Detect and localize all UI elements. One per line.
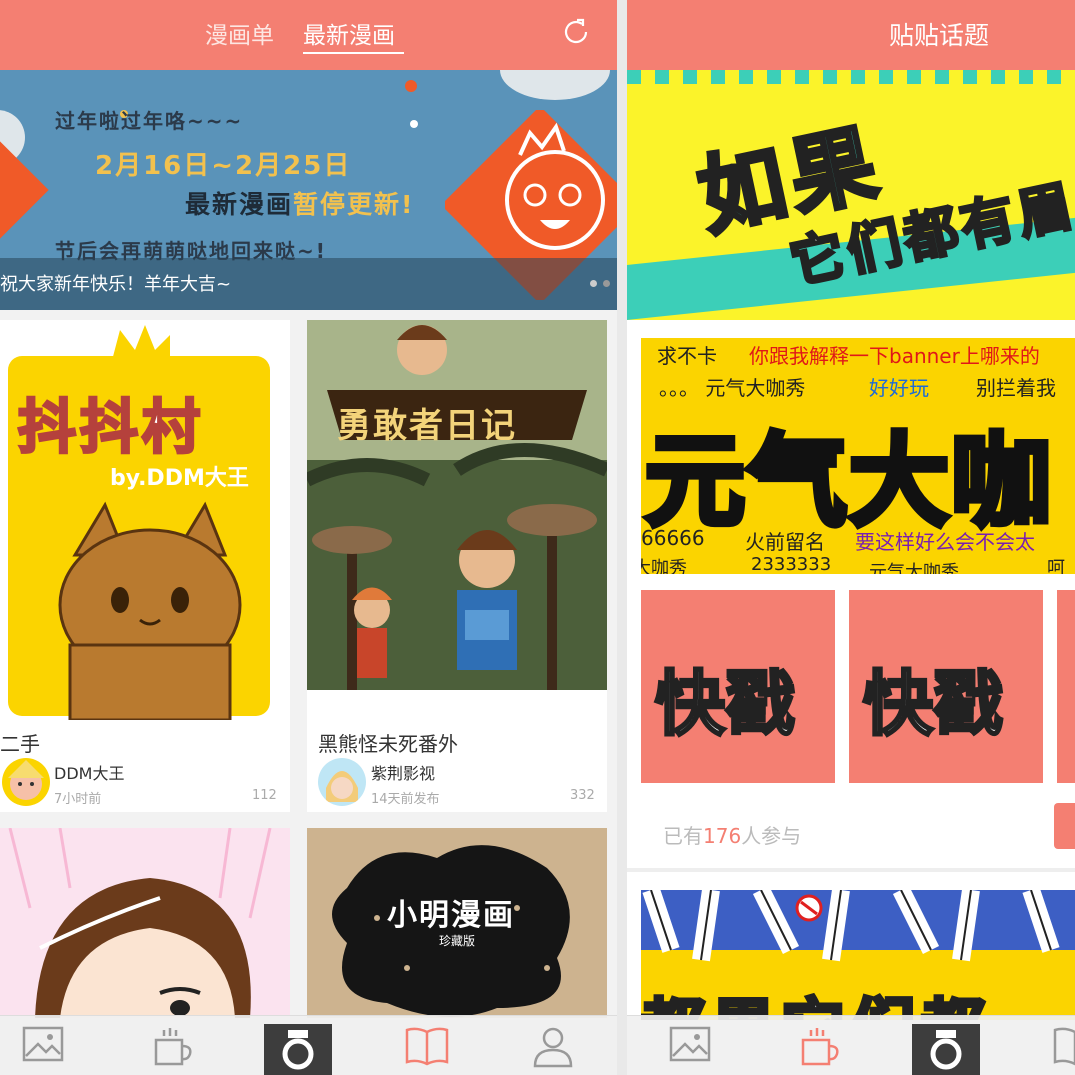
manga-card[interactable]	[0, 828, 290, 1018]
carousel-dot[interactable]	[590, 280, 597, 287]
banner-headline: 都果它们都	[641, 978, 991, 1020]
cover-title: 勇敢者日记	[337, 406, 517, 446]
danmaku-comment: 要这样好么会不会太	[855, 530, 1035, 554]
author-name[interactable]: DDM大王	[54, 760, 124, 784]
danmaku-comment: 火前留名	[745, 530, 825, 554]
danmaku-comment: 大咖秀	[641, 558, 687, 574]
nav-camera[interactable]	[256, 1016, 336, 1075]
banner-caption-bar: 祝大家新年快乐！羊年大吉~	[0, 258, 617, 310]
banner-line-3: 最新漫画暂停更新!	[185, 190, 415, 219]
author-name[interactable]: 紫荆影视	[371, 760, 435, 784]
tab-latest-manga[interactable]: 最新漫画	[303, 16, 395, 50]
tab-manga-list[interactable]: 漫画单	[205, 16, 274, 50]
forest-illustration	[307, 320, 607, 720]
image-icon	[669, 1026, 711, 1062]
tile-label: 快戳	[654, 662, 797, 747]
promo-banner[interactable]: 过年啦过年咯~~~ 2月16日~2月25日 最新漫画暂停更新! 节后会再萌萌哒地…	[0, 70, 617, 310]
manga-cover[interactable]	[0, 828, 290, 1018]
tile-label: 快戳	[862, 662, 1005, 747]
cover-subtitle: 珍藏版	[439, 934, 476, 948]
banner-line-2: 2月16日~2月25日	[95, 151, 352, 181]
publish-time: 7小时前	[54, 792, 102, 807]
cup-icon	[154, 1028, 192, 1066]
refresh-icon[interactable]	[560, 16, 592, 48]
author-avatar[interactable]	[318, 758, 366, 806]
cover-title: 小明漫画	[387, 898, 515, 933]
danmaku-comment: 求不卡	[657, 344, 717, 368]
camera-icon	[282, 1030, 314, 1070]
carousel-dot[interactable]	[603, 280, 610, 287]
author-avatar[interactable]	[2, 758, 50, 806]
manga-title[interactable]: 黑熊怪未死番外	[318, 728, 458, 757]
topic-tile[interactable]: 快戳	[641, 590, 835, 783]
nav-manga[interactable]	[1033, 1016, 1075, 1075]
book-icon	[1053, 1027, 1075, 1066]
danmaku-comment: 你跟我解释一下banner上哪来的	[749, 344, 1040, 368]
banner-caption: 祝大家新年快乐！羊年大吉~	[0, 274, 232, 295]
camera-icon	[930, 1030, 962, 1070]
manga-card[interactable]: 勇敢者日记 黑熊怪未死番外 紫荆影视 14天前发布 332	[307, 320, 607, 812]
left-screen: 漫画单 最新漫画 过年啦过年咯~~~ 2月16日~2月25日 最新漫画暂停更新!…	[0, 0, 617, 1075]
top-bar: 贴贴话题	[627, 0, 1075, 70]
view-count: 112	[252, 788, 277, 803]
cover-author-text: by.DDM大王	[110, 466, 249, 491]
danmaku-comment: 66666	[641, 526, 705, 550]
divider	[627, 868, 1075, 872]
manga-card[interactable]: 小明漫画 珍藏版	[307, 828, 607, 1018]
join-button[interactable]	[1054, 803, 1075, 849]
participant-count: 已有176人参与	[663, 824, 802, 848]
manga-card[interactable]: 抖抖村 by.DDM大王 二手 DDM大王 7小时前 112	[0, 320, 290, 812]
image-icon	[22, 1026, 64, 1062]
bottom-nav	[627, 1015, 1075, 1075]
user-icon	[533, 1027, 573, 1068]
manga-cover[interactable]: 勇敢者日记	[307, 320, 607, 720]
nav-manga[interactable]	[385, 1016, 465, 1075]
nav-topics[interactable]	[132, 1016, 212, 1075]
manga-title[interactable]: 二手	[0, 728, 40, 757]
banner-line-1: 过年啦过年咯~~~	[55, 109, 244, 133]
cup-icon	[801, 1028, 839, 1066]
nav-camera[interactable]	[904, 1016, 984, 1075]
right-screen: 贴贴话题 如果 它们都有眉 求不卡 你跟我解释一下banner上哪来的 。。。 …	[627, 0, 1075, 1075]
cat-illustration	[58, 501, 242, 720]
topic-tile[interactable]: 快戳	[849, 590, 1043, 783]
nav-profile[interactable]	[513, 1016, 593, 1075]
danmaku-comment: 好好玩	[869, 376, 929, 400]
top-bar: 漫画单 最新漫画	[0, 0, 617, 70]
banner-headline: 元气大咖	[642, 420, 1054, 543]
nav-gallery[interactable]	[649, 1016, 729, 1075]
publish-time: 14天前发布	[371, 792, 440, 807]
danmaku-comment: 元气大咖秀	[869, 562, 959, 574]
topic-tile[interactable]	[1057, 590, 1075, 783]
manga-cover[interactable]: 小明漫画 珍藏版	[307, 828, 607, 1018]
danmaku-comment: 。。。 元气大咖秀	[659, 376, 806, 400]
danmaku-comment: 2333333	[751, 554, 832, 574]
active-tab-indicator	[303, 52, 404, 54]
topic-banner[interactable]: 如果 它们都有眉	[627, 70, 1075, 320]
cover-title: 抖抖村	[16, 392, 205, 463]
manga-cover[interactable]: 抖抖村 by.DDM大王	[0, 320, 290, 720]
danmaku-comment: 别拦着我	[976, 376, 1056, 400]
bottom-nav	[0, 1015, 617, 1075]
book-icon	[405, 1027, 449, 1066]
view-count: 332	[570, 788, 595, 803]
girl-illustration	[8, 828, 272, 1018]
topic-banner[interactable]: 求不卡 你跟我解释一下banner上哪来的 。。。 元气大咖秀 好好玩 别拦着我…	[641, 338, 1075, 574]
danmaku-comment: 呵	[1047, 558, 1065, 574]
nav-gallery[interactable]	[2, 1016, 82, 1075]
topic-banner[interactable]: 都果它们都	[641, 890, 1075, 1020]
nav-topics[interactable]	[779, 1016, 859, 1075]
page-title: 贴贴话题	[889, 21, 990, 50]
